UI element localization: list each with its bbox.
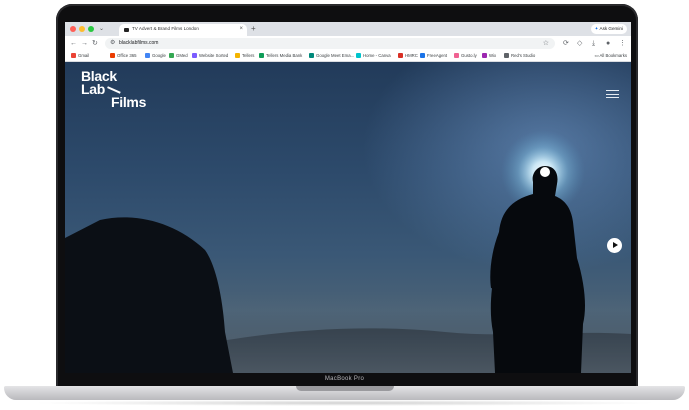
hero-video[interactable]: Black Lab Films: [65, 62, 631, 373]
tab-close-icon[interactable]: ×: [239, 25, 243, 34]
bookmark-label: Gmail: [78, 53, 90, 58]
screen: ⌄ TV Advert & Brand Films London × + ✦ A…: [65, 22, 631, 373]
bookmark-favicon-icon: [169, 53, 174, 58]
extensions-icon[interactable]: ◇: [577, 39, 582, 48]
bookmark-label: FreeAgent: [427, 53, 448, 58]
site-favicon-icon: [124, 28, 129, 32]
device-label: MacBook Pro: [324, 376, 365, 382]
bookmark-item[interactable]: Wix: [482, 52, 496, 60]
tab-active[interactable]: TV Advert & Brand Films London ×: [119, 24, 247, 36]
bookmark-label: Gusto.ly: [461, 53, 477, 58]
bookmarks-folder[interactable]: ▭ All Bookmarks: [595, 52, 628, 60]
bookmark-label: Red's Studio: [511, 53, 536, 58]
tab-search-icon[interactable]: ⌄: [99, 24, 104, 34]
laptop-shadow: [30, 400, 659, 406]
bookmark-favicon-icon: [71, 53, 76, 58]
bookmark-item[interactable]: Red's Studio: [504, 52, 535, 60]
sync-icon[interactable]: ⟳: [563, 39, 569, 48]
download-icon[interactable]: ⤓: [592, 39, 595, 48]
profile-icon[interactable]: ●: [606, 39, 610, 48]
bookmark-item[interactable]: HMRC: [398, 52, 418, 60]
reload-icon[interactable]: ↻: [92, 39, 98, 48]
bookmark-favicon-icon: [420, 53, 425, 58]
bookmark-item[interactable]: FreeAgent: [420, 52, 447, 60]
bookmark-item[interactable]: Office 365: [110, 52, 137, 60]
bookmark-label: Home - Canva: [363, 53, 391, 58]
play-icon[interactable]: [607, 238, 622, 253]
address-bar[interactable]: ⚙ blacklabfilms.com ☆: [105, 38, 555, 49]
bookmark-favicon-icon: [504, 53, 509, 58]
bookmark-favicon-icon: [192, 53, 197, 58]
ask-gemini-label: Ask Gemini: [599, 26, 624, 31]
site-info-icon[interactable]: ⚙: [110, 39, 115, 48]
bookmark-label: Tellers: [242, 53, 255, 58]
address-url: blacklabfilms.com: [119, 40, 159, 46]
bookmark-item[interactable]: Gusto.ly: [454, 52, 477, 60]
bookmark-item[interactable]: Website Sorted: [192, 52, 228, 60]
bookmark-favicon-icon: [259, 53, 264, 58]
bookmark-label: Office 365: [117, 53, 137, 58]
bookmark-label: Google Meet Ema...: [316, 53, 355, 58]
gemini-icon: ✦: [594, 26, 599, 31]
bookmark-item[interactable]: Gmail: [71, 52, 89, 60]
bookmark-item[interactable]: Tellers Media Bank: [259, 52, 302, 60]
bookmark-label: Tellers Media Bank: [266, 53, 303, 58]
bookmark-label: GMed: [176, 53, 188, 58]
back-arrow-icon[interactable]: ←: [70, 39, 77, 48]
bookmark-label: Wix: [489, 53, 497, 58]
forward-arrow-icon[interactable]: →: [81, 39, 88, 48]
bookmark-favicon-icon: [454, 53, 459, 58]
new-tab-button[interactable]: +: [251, 23, 256, 35]
close-window-button[interactable]: [70, 26, 76, 32]
browser-tabstrip: ⌄ TV Advert & Brand Films London × + ✦ A…: [65, 22, 631, 36]
bookmark-item[interactable]: Home - Canva: [356, 52, 391, 60]
logo-line-2: Lab: [81, 81, 105, 97]
bookmark-favicon-icon: [145, 53, 150, 58]
bookmark-item[interactable]: Google Meet Ema...: [309, 52, 354, 60]
bookmark-favicon-icon: [235, 53, 240, 58]
folder-icon: ▭: [594, 53, 599, 58]
laptop-notch: [296, 386, 394, 391]
logo-slash: [107, 86, 121, 94]
bookmark-favicon-icon: [482, 53, 487, 58]
bookmark-label: Google: [152, 53, 166, 58]
zoom-window-button[interactable]: [88, 26, 94, 32]
logo-line-3: Films: [111, 94, 147, 110]
bookmark-label: HMRC: [405, 53, 418, 58]
site-logo[interactable]: Black Lab Films: [81, 69, 147, 110]
hamburger-icon[interactable]: [606, 90, 619, 99]
bookmarks-bar: ▭ All Bookmarks Gmail Office 365 Google GMe…: [65, 51, 631, 62]
tab-title: TV Advert & Brand Films London: [132, 26, 199, 31]
minimize-window-button[interactable]: [79, 26, 85, 32]
bookmark-favicon-icon: [398, 53, 403, 58]
bookmark-favicon-icon: [309, 53, 314, 58]
bookmark-favicon-icon: [356, 53, 361, 58]
rock-silhouette: [65, 217, 233, 373]
menu-kebab-icon[interactable]: ⋮: [619, 39, 626, 48]
bookmark-item[interactable]: GMed: [169, 52, 188, 60]
bookmark-item[interactable]: Google: [145, 52, 166, 60]
bookmark-item[interactable]: Tellers: [235, 52, 254, 60]
bookmark-star-icon[interactable]: ☆: [543, 39, 549, 48]
hero-scene: [65, 130, 631, 373]
browser-toolbar: ← → ↻ ⚙ blacklabfilms.com ☆ ⟳ ◇ ⤓ ● ⋮: [65, 36, 631, 51]
bookmark-label: Website Sorted: [199, 53, 229, 58]
bookmark-favicon-icon: [110, 53, 115, 58]
ask-gemini-button[interactable]: ✦ Ask Gemini: [590, 24, 627, 34]
